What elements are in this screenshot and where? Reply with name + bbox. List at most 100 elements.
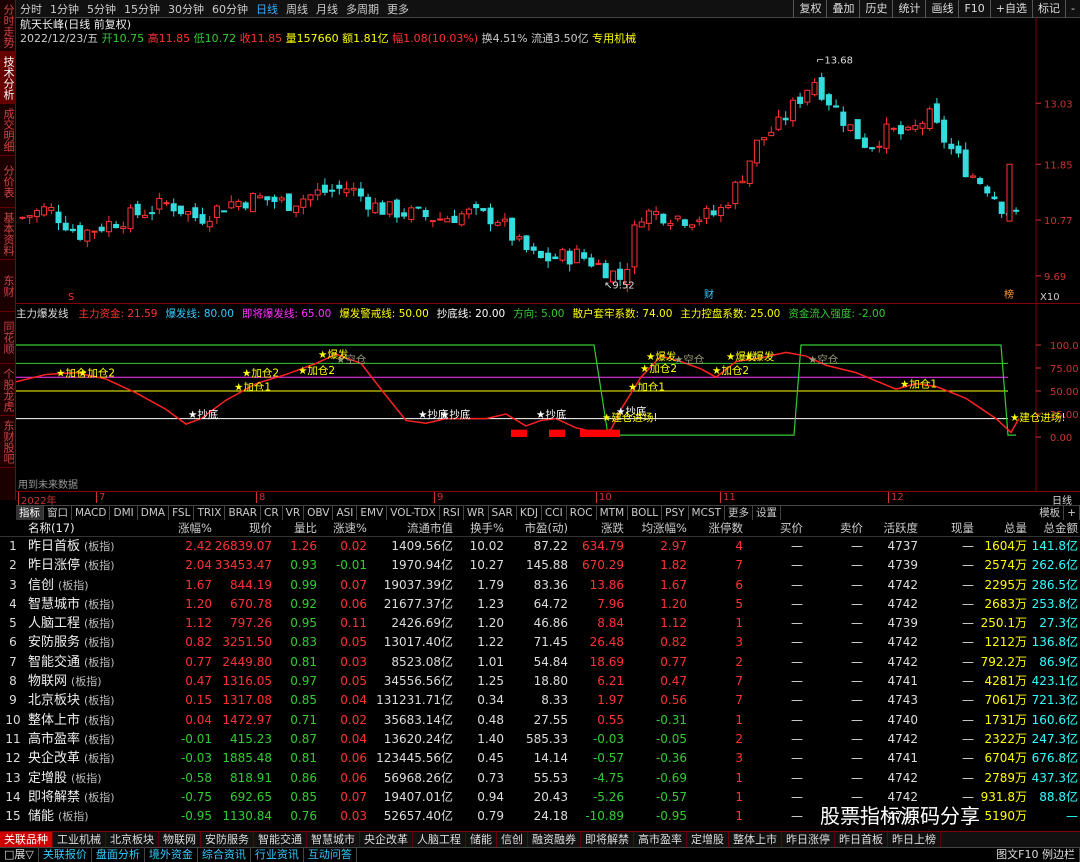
sector-tab[interactable]: 整体上市: [729, 832, 782, 847]
indicator-tab[interactable]: VR: [283, 506, 305, 520]
bottom-bar-button[interactable]: 境外资金: [145, 848, 198, 862]
table-row[interactable]: 9 北京板块 (板指) 0.15 1317.08 0.85 0.04 131231.71亿 0.…: [0, 691, 1080, 710]
period-tab[interactable]: 1分钟: [46, 1, 83, 17]
column-header[interactable]: 涨停数: [689, 520, 745, 536]
toolbar-button[interactable]: 复权: [793, 0, 826, 18]
column-header[interactable]: 涨速%: [319, 520, 369, 536]
period-tab[interactable]: 日线: [252, 1, 282, 17]
indicator-panel[interactable]: 100.0 75.00 50.00 25.00 0.00 ★加仓 ★加仓2 ★加仓1 ★加仓2 ★…: [15, 303, 1080, 492]
left-nav-item[interactable]: 基本资料: [0, 208, 16, 260]
left-nav-item[interactable]: 技术分析: [0, 52, 16, 104]
left-nav-item[interactable]: 个股龙虎: [0, 364, 16, 416]
column-header[interactable]: [0, 520, 28, 536]
column-header[interactable]: 流通市值: [369, 520, 455, 536]
table-row[interactable]: 10 整体上市 (板指) 0.04 1472.97 0.71 0.02 35683.14亿 0.…: [0, 711, 1080, 730]
toolbar-button[interactable]: 叠加: [826, 0, 859, 18]
toolbar-button[interactable]: +自选: [989, 0, 1032, 18]
period-tab[interactable]: 更多: [383, 1, 413, 17]
indicator-tab[interactable]: MTM: [597, 506, 629, 520]
kline-chart[interactable]: 13.03 11.85 10.77 9.69 ⌐13.68 ↖9.52 财 榜 S X10: [16, 18, 1080, 303]
indicator-tab[interactable]: TRIX: [194, 506, 226, 520]
period-tab[interactable]: 分时: [16, 1, 46, 17]
indicator-tab[interactable]: MCST: [689, 506, 726, 520]
bottom-bar-button[interactable]: 综合资讯: [198, 848, 251, 862]
table-row[interactable]: 4 智慧城市 (板指) 1.20 670.78 0.92 0.06 21677.37亿 1.23…: [0, 595, 1080, 614]
bottom-bar-button[interactable]: 行业资讯: [251, 848, 304, 862]
sector-tab[interactable]: 昨日上榜: [888, 832, 941, 847]
indicator-tab[interactable]: DMI: [110, 506, 138, 520]
toolbar-button[interactable]: 统计: [892, 0, 925, 18]
indicator-tab[interactable]: KDJ: [517, 506, 542, 520]
indicator-tab[interactable]: ROC: [567, 506, 597, 520]
bottom-bar-button[interactable]: 互动问答: [304, 848, 357, 862]
indicator-tab[interactable]: BRAR: [225, 506, 261, 520]
sector-tab[interactable]: 工业机械: [53, 832, 106, 847]
table-row[interactable]: 13 定增股 (板指) -0.58 818.91 0.86 0.06 56968.26亿 0.7…: [0, 769, 1080, 788]
table-row[interactable]: 1 昨日首板 (板指) 2.42 26839.07 1.26 0.02 1409.56亿 10.…: [0, 537, 1080, 556]
table-row[interactable]: 5 人脑工程 (板指) 1.12 797.26 0.95 0.11 2426.69亿 1.20 4…: [0, 614, 1080, 633]
table-row[interactable]: 6 安防服务 (板指) 0.82 3251.50 0.83 0.05 13017.40亿 1.2…: [0, 633, 1080, 652]
sector-tab[interactable]: 智能交通: [254, 832, 307, 847]
column-header[interactable]: 量比: [274, 520, 319, 536]
column-header[interactable]: 现价: [214, 520, 274, 536]
column-header[interactable]: 卖价: [805, 520, 865, 536]
sector-tab[interactable]: 人脑工程: [413, 832, 466, 847]
sector-tab[interactable]: 央企改革: [360, 832, 413, 847]
indicator-tab[interactable]: 窗口: [44, 506, 72, 520]
column-header[interactable]: 涨跌: [570, 520, 626, 536]
sector-tab[interactable]: 智慧城市: [307, 832, 360, 847]
indicator-tab[interactable]: CCI: [542, 506, 567, 520]
table-row[interactable]: 11 高市盈率 (板指) -0.01 415.23 0.87 0.04 13620.24亿 1.…: [0, 730, 1080, 749]
period-tab[interactable]: 月线: [312, 1, 342, 17]
indicator-tab[interactable]: MACD: [72, 506, 111, 520]
sector-tab[interactable]: 昨日涨停: [782, 832, 835, 847]
indicator-tab[interactable]: FSL: [169, 506, 195, 520]
column-header[interactable]: 买价: [745, 520, 805, 536]
column-header[interactable]: 现量: [920, 520, 976, 536]
indicator-tab[interactable]: PSY: [662, 506, 689, 520]
sector-tab[interactable]: 即将解禁: [581, 832, 634, 847]
column-header[interactable]: 名称(17): [28, 520, 158, 536]
toolbar-button[interactable]: -: [1065, 0, 1080, 18]
indicator-tab[interactable]: RSI: [440, 506, 464, 520]
sector-tab[interactable]: 定增股: [687, 832, 729, 847]
column-header[interactable]: 涨幅%: [158, 520, 214, 536]
indicator-tab[interactable]: VOL-TDX: [387, 506, 440, 520]
sector-tab[interactable]: 北京板块: [106, 832, 159, 847]
period-tab[interactable]: 多周期: [342, 1, 383, 17]
indicator-tab-right[interactable]: 模板: [1036, 506, 1065, 520]
left-nav-item[interactable]: 分价表: [0, 156, 16, 208]
sector-tab[interactable]: 物联网: [159, 832, 201, 847]
sector-tab[interactable]: 高市盈率: [634, 832, 687, 847]
bottom-bar-button[interactable]: 盘面分析: [92, 848, 145, 862]
left-nav-item[interactable]: 分时走势: [0, 0, 16, 52]
sector-tab[interactable]: 安防服务: [201, 832, 254, 847]
bottom-bar-button[interactable]: 关联报价: [39, 848, 92, 862]
toolbar-button[interactable]: 历史: [859, 0, 892, 18]
column-header[interactable]: 换手%: [455, 520, 506, 536]
indicator-tab[interactable]: EMV: [357, 506, 388, 520]
table-row[interactable]: 3 信创 (板指) 1.67 844.19 0.99 0.07 19037.39亿 1.79 83…: [0, 576, 1080, 595]
sector-tab[interactable]: 昨日首板: [835, 832, 888, 847]
indicator-tab[interactable]: 更多: [725, 506, 754, 520]
left-nav-item[interactable]: 东财: [0, 260, 16, 312]
period-tab[interactable]: 15分钟: [120, 1, 164, 17]
sector-tab[interactable]: 信创: [497, 832, 528, 847]
column-header[interactable]: 市盈(动): [506, 520, 570, 536]
indicator-tab-right[interactable]: +: [1064, 506, 1080, 520]
bottom-bar-button[interactable]: □展▽: [0, 848, 39, 862]
period-tab[interactable]: 周线: [282, 1, 312, 17]
indicator-tab[interactable]: ASI: [333, 506, 358, 520]
left-nav-item[interactable]: 成交明细: [0, 104, 16, 156]
indicator-tab[interactable]: SAR: [489, 506, 517, 520]
table-row[interactable]: 7 智能交通 (板指) 0.77 2449.80 0.81 0.03 8523.08亿 1.01…: [0, 653, 1080, 672]
sector-tab[interactable]: 储能: [466, 832, 497, 847]
period-tab[interactable]: 30分钟: [164, 1, 208, 17]
column-header[interactable]: 活跃度: [865, 520, 920, 536]
left-nav-item[interactable]: 同花顺: [0, 312, 16, 364]
indicator-tab[interactable]: WR: [464, 506, 489, 520]
sector-tab[interactable]: 融资融券: [528, 832, 581, 847]
left-nav-item[interactable]: 东财股吧: [0, 416, 16, 468]
bottom-bar-right[interactable]: 图文F10 例边栏: [992, 848, 1080, 862]
indicator-tab[interactable]: DMA: [138, 506, 170, 520]
